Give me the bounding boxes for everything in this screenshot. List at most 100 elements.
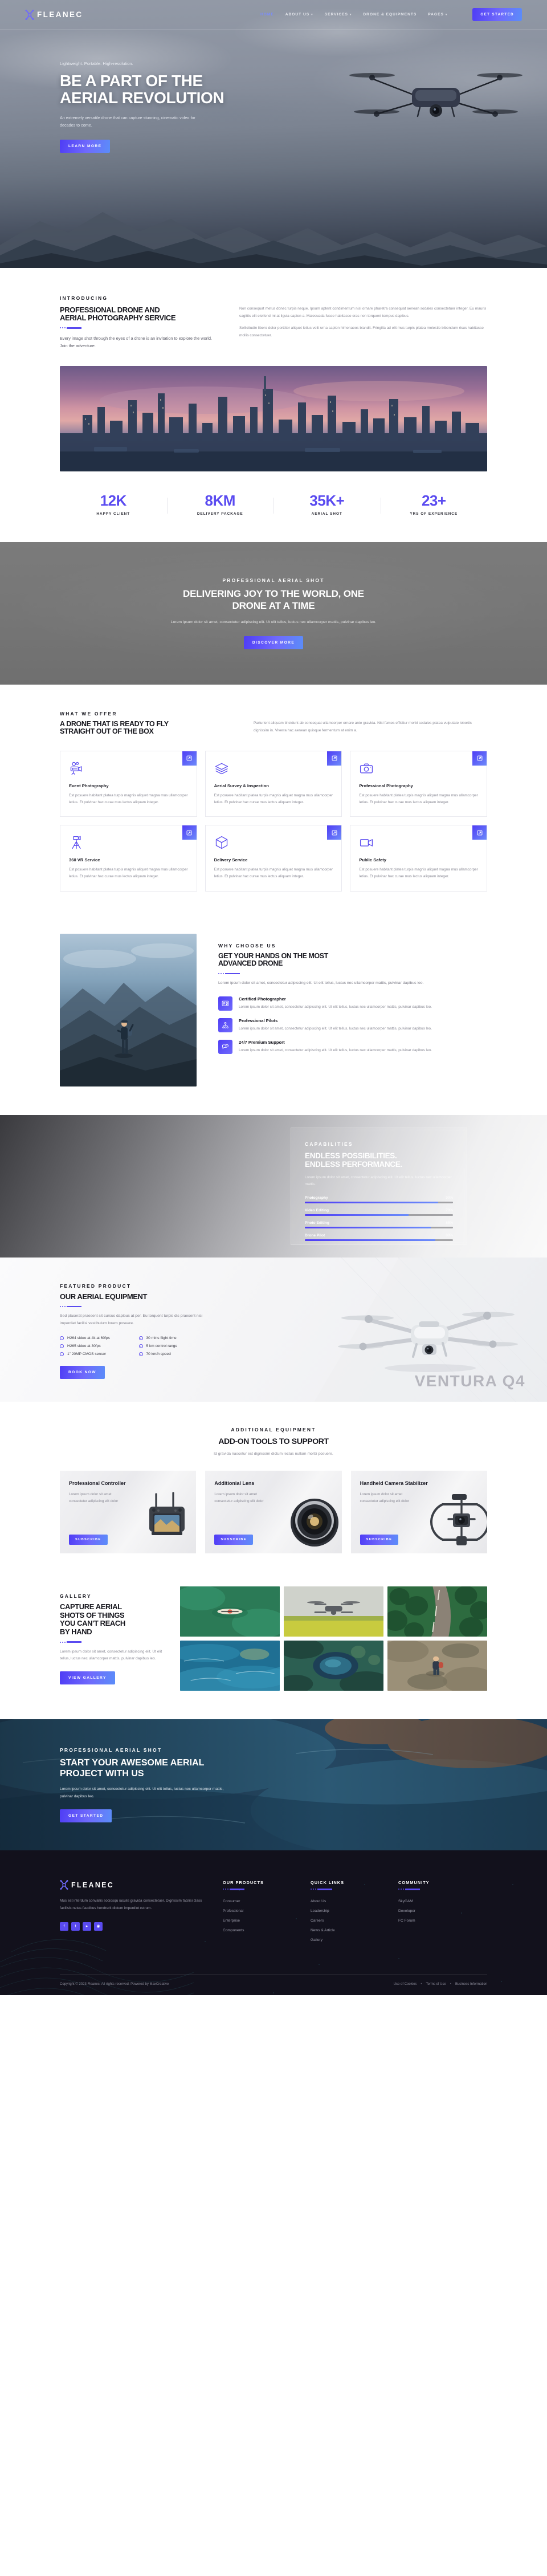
- external-link-icon[interactable]: [327, 825, 342, 840]
- discover-more-button[interactable]: DISCOVER MORE: [243, 636, 304, 649]
- gallery-item-forest-road[interactable]: [387, 1586, 487, 1637]
- capabilities-title-line-1: ENDLESS POSSIBILITIES.: [305, 1151, 397, 1160]
- footer-link[interactable]: Consumer: [223, 1899, 290, 1903]
- service-card-aerial-survey-inspection[interactable]: Aerial Survey & Inspection Est posuere h…: [205, 750, 342, 817]
- footer-link[interactable]: Professional: [223, 1909, 290, 1913]
- nav-item-about-us[interactable]: ABOUT US ▾: [285, 13, 313, 17]
- gallery-item-hiker[interactable]: [387, 1641, 487, 1691]
- addon-card-professional-controller[interactable]: Professional Controller Lorem ipsum dolo…: [60, 1471, 197, 1554]
- capabilities-eyebrow: CAPABILITIES: [305, 1141, 353, 1147]
- forest-road-image: [387, 1586, 487, 1637]
- twitter-glyph: t: [75, 1924, 76, 1928]
- legal-link-cookies[interactable]: Use of Cookies: [394, 1983, 417, 1986]
- why-item-desc: Lorem ipsum dolor sit amet, consectetur …: [239, 1048, 432, 1053]
- camera-icon: [359, 761, 478, 776]
- subscribe-button[interactable]: SUBSCRIBE: [214, 1535, 253, 1545]
- get-started-button[interactable]: GET STARTED: [472, 8, 522, 21]
- service-card-professional-photography[interactable]: Professional Photography Est posuere hab…: [350, 750, 487, 817]
- hiker-photo-graphic: [60, 933, 197, 1086]
- nav-item-pages[interactable]: PAGES ▾: [428, 13, 447, 17]
- capability-track: [305, 1226, 453, 1228]
- nav-label: DRONE & EQUIPMENTS: [363, 13, 417, 17]
- site-footer: FLEANEC Mus est interdum convallis socio…: [0, 1850, 547, 1995]
- youtube-icon[interactable]: ▸: [83, 1922, 91, 1931]
- learn-more-button[interactable]: LEARN MORE: [60, 139, 111, 153]
- gallery-grid: [180, 1586, 487, 1691]
- subscribe-button[interactable]: SUBSCRIBE: [360, 1535, 399, 1545]
- featured-title: OUR AERIAL EQUIPMENT: [60, 1292, 148, 1301]
- capabilities-card: CAPABILITIES ENDLESS POSSIBILITIES. ENDL…: [291, 1127, 467, 1245]
- nav-item-services[interactable]: SERVICES ▾: [325, 13, 352, 17]
- external-link-icon[interactable]: [182, 751, 197, 766]
- camcorder-icon: [359, 835, 478, 850]
- legal-link-terms[interactable]: Terms of Use: [426, 1983, 446, 1986]
- service-card-delivery-service[interactable]: Delivery Service Est posuere habitant pl…: [205, 825, 342, 892]
- introduction-section: INTRODUCING PROFESSIONAL DRONE AND AERIA…: [0, 268, 547, 471]
- brand-logo[interactable]: FLEANEC: [25, 9, 83, 20]
- gallery-item-mountain-lake[interactable]: [284, 1641, 383, 1691]
- featured-eyebrow: FEATURED PRODUCT: [60, 1283, 132, 1289]
- capabilities-title-line-2: ENDLESS PERFORMANCE.: [305, 1160, 403, 1169]
- gallery-title-line-4: BY HAND: [60, 1627, 92, 1636]
- drone-x-logo-icon: [60, 1880, 68, 1890]
- external-link-icon[interactable]: [472, 751, 487, 766]
- external-link-icon[interactable]: [472, 825, 487, 840]
- intro-title-line-1: PROFESSIONAL DRONE AND: [60, 306, 160, 314]
- footer-logo[interactable]: FLEANEC: [60, 1880, 202, 1890]
- footer-link[interactable]: About Us: [311, 1899, 378, 1903]
- intro-title-line-2: AERIAL PHOTOGRAPHY SERVICE: [60, 314, 176, 323]
- external-link-icon[interactable]: [327, 751, 342, 766]
- footer-link[interactable]: Components: [223, 1928, 290, 1932]
- footer-link-list: SkyCAM Developer FC Forum: [398, 1899, 466, 1923]
- capability-bar-photo-editing: Photo Editing 85%: [305, 1221, 453, 1228]
- external-link-icon[interactable]: [182, 825, 197, 840]
- capability-percent: 85%: [446, 1220, 453, 1225]
- view-gallery-button[interactable]: VIEW GALLERY: [60, 1671, 115, 1684]
- hero-title-line-2: AERIAL REVOLUTION: [60, 88, 224, 107]
- footer-link[interactable]: SkyCAM: [398, 1899, 466, 1903]
- spec-item: 30 mins flight time: [138, 1336, 211, 1340]
- instagram-icon[interactable]: ◉: [94, 1922, 103, 1931]
- hero-drone-illustration: [345, 55, 527, 143]
- service-card-360-vr-service[interactable]: 360 VR Service Est posuere habitant plat…: [60, 825, 197, 892]
- book-now-button[interactable]: BOOK NOW: [60, 1365, 105, 1379]
- addon-card-handheld-camera-stabilizer[interactable]: Handheld Camera Stabilizer Lorem ipsum d…: [350, 1471, 487, 1554]
- stat-value: 35K+: [309, 491, 345, 509]
- capability-bar-drone-pilot: Drone Pilot 88%: [305, 1234, 453, 1241]
- band-title-line-2: DRONE AT A TIME: [232, 600, 315, 611]
- footer-link[interactable]: Developer: [398, 1909, 466, 1913]
- subscribe-button[interactable]: SUBSCRIBE: [69, 1535, 108, 1545]
- facebook-icon[interactable]: f: [60, 1922, 68, 1931]
- gallery-eyebrow: GALLERY: [60, 1593, 92, 1600]
- gallery-item-drone-flying[interactable]: [284, 1586, 383, 1637]
- services-header-left: WHAT WE OFFER A DRONE THAT IS READY TO F…: [60, 711, 231, 736]
- cta-get-started-button[interactable]: GET STARTED: [60, 1809, 112, 1823]
- legal-link-business-info[interactable]: Business Information: [455, 1983, 487, 1986]
- footer-link[interactable]: FC Forum: [398, 1919, 466, 1923]
- hero-paragraph: An extremely versatile drone that can ca…: [60, 115, 195, 128]
- spec-item: 1" 20MP CMOS sensor: [60, 1352, 132, 1356]
- addon-card-additional-lens[interactable]: Additionial Lens Lorem ipsum dolor sit a…: [205, 1471, 342, 1554]
- gallery-divider: [60, 1641, 165, 1643]
- footer-link[interactable]: Enterprise: [223, 1919, 290, 1923]
- footer-link[interactable]: News & Article: [311, 1928, 378, 1932]
- footer-link[interactable]: Careers: [311, 1919, 378, 1923]
- nav-item-home[interactable]: HOME: [260, 13, 274, 17]
- footer-link[interactable]: Leadership: [311, 1909, 378, 1913]
- why-item-title: Professional Pilots: [239, 1018, 278, 1024]
- intro-paragraph-2: Sollicitudin libero dolor porttitor aliq…: [239, 326, 484, 338]
- service-card-public-safety[interactable]: Public Safety Est posuere habitant plate…: [350, 825, 487, 892]
- hero-title: BE A PART OF THE AERIAL REVOLUTION: [60, 72, 245, 107]
- hero-title-line-1: BE A PART OF THE: [60, 72, 203, 89]
- intro-title: PROFESSIONAL DRONE AND AERIAL PHOTOGRAPH…: [60, 306, 217, 322]
- footer-columns: FLEANEC Mus est interdum convallis socio…: [60, 1880, 487, 1948]
- nav-item-drone-equipments[interactable]: DRONE & EQUIPMENTS: [363, 13, 417, 17]
- footer-link[interactable]: Gallery: [311, 1938, 378, 1942]
- service-card-event-photography[interactable]: Event Photography Est posuere habitant p…: [60, 750, 197, 817]
- gallery-item-coastal-water[interactable]: [180, 1641, 280, 1691]
- capability-name: Photo Editing: [305, 1220, 329, 1225]
- gallery-item-kayak[interactable]: [180, 1586, 280, 1637]
- twitter-icon[interactable]: t: [71, 1922, 80, 1931]
- ventura-drone-graphic: [338, 1311, 518, 1372]
- capability-row-top: Photo Editing 85%: [305, 1221, 453, 1225]
